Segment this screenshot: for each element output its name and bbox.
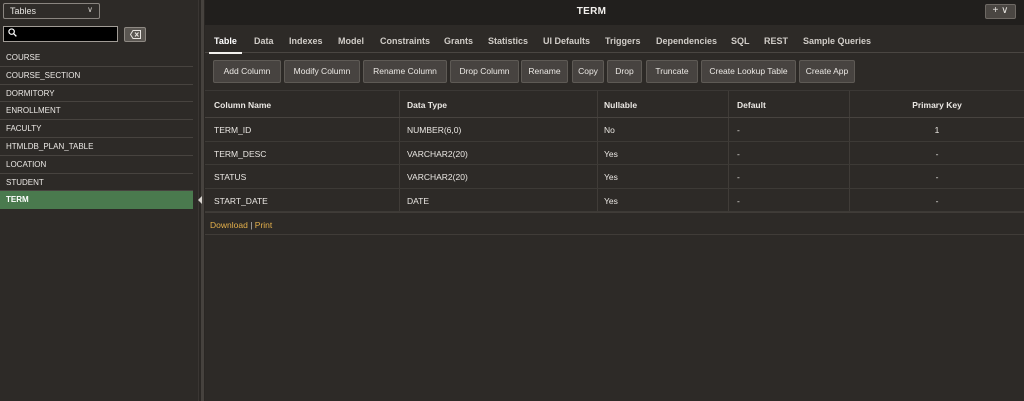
title-bar: TERM + ∨ <box>205 0 1024 25</box>
column-header-nullable[interactable]: Nullable <box>598 91 729 117</box>
tab-data[interactable]: Data <box>254 28 274 53</box>
table-list-item-dormitory[interactable]: DORMITORY <box>0 85 193 103</box>
rename-column-button[interactable]: Rename Column <box>363 60 447 83</box>
tab-indexes[interactable]: Indexes <box>289 28 323 53</box>
column-header-data-type[interactable]: Data Type <box>400 91 598 117</box>
grid-cell-column-name: STATUS <box>205 165 400 188</box>
column-header-column-name[interactable]: Column Name <box>205 91 400 117</box>
column-header-primary-key[interactable]: Primary Key <box>850 91 1024 117</box>
grid-cell-primary-key: - <box>935 148 939 159</box>
grid-cell-column-name: START_DATE <box>205 188 400 211</box>
tab-dependencies[interactable]: Dependencies <box>656 28 717 53</box>
grid-cell-data-type: VARCHAR2(20) <box>400 165 598 188</box>
chevron-down-icon: ∨ <box>87 5 93 14</box>
table-row: TERM_DESC VARCHAR2(20) Yes - - <box>205 141 1024 165</box>
table-list-item-term[interactable]: TERM <box>0 191 193 210</box>
tab-statistics[interactable]: Statistics <box>488 28 528 53</box>
tab-constraints[interactable]: Constraints <box>380 28 430 53</box>
tab-table[interactable]: Table <box>209 28 242 54</box>
search-input[interactable] <box>20 27 116 41</box>
table-list-item-location[interactable]: LOCATION <box>0 156 193 174</box>
clear-icon <box>130 30 141 39</box>
tab-grants[interactable]: Grants <box>444 28 473 53</box>
add-column-button[interactable]: Add Column <box>213 60 281 83</box>
table-list-item-htmldb-plan-table[interactable]: HTMLDB_PLAN_TABLE <box>0 138 193 156</box>
table-list-item-faculty[interactable]: FACULTY <box>0 120 193 138</box>
add-menu-button[interactable]: + ∨ <box>985 4 1016 19</box>
link-separator: | <box>250 220 253 230</box>
object-type-select-value: Tables <box>10 6 37 16</box>
grid-cell-nullable: Yes <box>598 165 729 188</box>
modify-column-button[interactable]: Modify Column <box>284 60 360 83</box>
grid-footer: Download | Print <box>205 212 1024 235</box>
grid-header-row: Column Name Data Type Nullable Default Prima… <box>205 90 1024 118</box>
grid-cell-primary-key: 1 <box>934 125 940 135</box>
app-window: Tables ∨ COURSE COURSE_SECTION DORMITORY EN… <box>0 0 1024 401</box>
clear-search-button[interactable] <box>124 27 146 42</box>
tab-sql[interactable]: SQL <box>731 28 750 53</box>
tab-sample-queries[interactable]: Sample Queries <box>803 28 871 53</box>
grid-cell-primary-key: - <box>935 172 939 182</box>
table-list-item-enrollment[interactable]: ENROLLMENT <box>0 102 193 121</box>
grid-cell-data-type: DATE <box>400 188 598 211</box>
tab-rest[interactable]: REST <box>764 28 788 53</box>
truncate-button[interactable]: Truncate <box>646 60 698 83</box>
grid-cell-column-name: TERM_DESC <box>205 141 400 164</box>
drop-button[interactable]: Drop <box>607 60 642 83</box>
page-title: TERM <box>576 6 607 17</box>
rename-button[interactable]: Rename <box>521 60 568 83</box>
grid-cell-data-type: NUMBER(6,0) <box>400 118 598 141</box>
grid-cell-primary-key: - <box>935 195 939 206</box>
grid-cell-nullable: Yes <box>598 141 729 164</box>
grid-cell-default: - <box>729 165 850 188</box>
tab-ui-defaults[interactable]: UI Defaults <box>543 28 590 53</box>
object-detail-panel: TERM + ∨ Table Data Indexes Model Constraint… <box>205 0 1024 401</box>
drop-column-button[interactable]: Drop Column <box>450 60 519 83</box>
search-icon <box>8 28 17 37</box>
table-list-item-course[interactable]: COURSE <box>0 49 193 67</box>
table-row: TERM_ID NUMBER(6,0) No - 1 <box>205 118 1024 142</box>
panel-splitter[interactable] <box>198 0 205 401</box>
copy-button[interactable]: Copy <box>572 60 604 83</box>
grid-cell-data-type: VARCHAR2(20) <box>400 141 598 164</box>
grid-cell-default: - <box>729 141 850 164</box>
grid-cell-default: - <box>729 118 850 141</box>
tab-bar: Table Data Indexes Model Constraints Grants St… <box>205 28 1024 54</box>
column-header-default[interactable]: Default <box>729 91 850 117</box>
print-link[interactable]: Print <box>255 220 272 230</box>
grid-cell-default: - <box>729 188 850 211</box>
object-type-select[interactable]: Tables ∨ <box>3 3 100 19</box>
tab-model[interactable]: Model <box>338 28 364 53</box>
grid-cell-column-name: TERM_ID <box>205 118 400 141</box>
table-list-item-student[interactable]: STUDENT <box>0 174 193 192</box>
table-row: START_DATE DATE Yes - - <box>205 188 1024 212</box>
download-link[interactable]: Download <box>210 220 248 230</box>
create-lookup-table-button[interactable]: Create Lookup Table <box>701 60 796 83</box>
table-row: STATUS VARCHAR2(20) Yes - - <box>205 165 1024 189</box>
grid-cell-nullable: Yes <box>598 188 729 211</box>
table-list: COURSE COURSE_SECTION DORMITORY ENROLLMENT F… <box>0 49 193 210</box>
collapse-arrow-icon[interactable] <box>198 196 202 204</box>
table-list-item-course-section[interactable]: COURSE_SECTION <box>0 67 193 85</box>
object-browser-panel: Tables ∨ COURSE COURSE_SECTION DORMITORY EN… <box>0 0 198 401</box>
search-field[interactable] <box>3 26 118 42</box>
create-app-button[interactable]: Create App <box>799 60 855 83</box>
grid-cell-nullable: No <box>598 118 729 141</box>
tab-triggers[interactable]: Triggers <box>605 28 641 53</box>
